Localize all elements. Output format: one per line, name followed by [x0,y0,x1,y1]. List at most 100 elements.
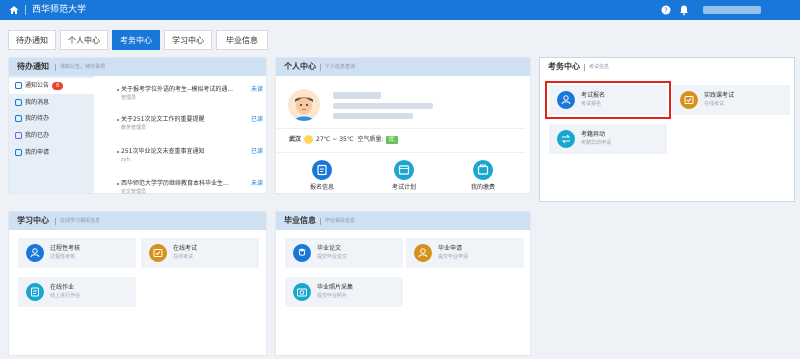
notice-author: 教务管理员 [121,125,147,131]
nav-item-pending[interactable]: 我的待办 [9,111,94,127]
divider [277,128,525,129]
card-title: 在线作业 [50,284,75,291]
notice-status: 未读 [251,180,264,187]
home-icon[interactable] [8,4,20,16]
tab-graduate[interactable]: 毕业信息 [216,30,268,50]
avatar [288,89,320,121]
user-info-redacted [333,103,433,109]
unread-badge: 8 [52,82,64,90]
tab-exam[interactable]: 考务中心 [112,30,160,50]
notice-item[interactable]: 251次毕业论文未查重事宜通知 zyh 已读 [108,147,270,169]
application-icon [15,149,22,156]
nav-item-applications[interactable]: 我的申请 [9,145,94,161]
weather-widget: 武汉 27℃ ~ 35℃ 空气质量: 优 [289,134,398,146]
app-title: 西华师范大学 [32,5,87,15]
user-name[interactable] [703,6,761,14]
exam-panel: 考务中心 考试信息 考试报名 考试报名 实践课考试 在线考试 考籍异动 考籍异动… [539,57,795,202]
nav-item-done[interactable]: 我的已办 [9,128,94,144]
card-subtitle: 提交毕业照片 [317,293,348,299]
notice-author: zyh [121,157,130,163]
card-photo-collect[interactable]: 毕业照片采集 提交毕业照片 [285,277,403,307]
status-change-icon [557,130,575,148]
card-practice-exam[interactable]: 实践课考试 在线考试 [672,85,790,115]
exam-register-icon [557,91,575,109]
notice-author: 管理员 [121,95,137,101]
panel-header: 待办通知 通知公告，待办事项 [9,58,266,76]
notice-item[interactable]: 西华师范大学学历继续教育本科毕业生... 论文管理员 未读 [108,179,270,201]
tab-study[interactable]: 学习中心 [164,30,212,50]
card-status-change[interactable]: 考籍异动 考籍异动申请 [549,124,667,154]
panel-header: 个人中心 个人信息查询 [276,58,530,76]
practice-exam-icon [680,91,698,109]
card-subtitle: 考试报名 [581,101,602,107]
weather-temp: 27℃ ~ 35℃ [316,136,354,143]
divider [55,218,56,225]
quick-exam-plan[interactable]: 考试计划 [369,160,439,200]
notice-item[interactable]: 关于251次论文工作的重要提醒 教务管理员 已读 [108,115,270,137]
nav-item-label: 通知公告 [25,82,50,89]
nav-item-label: 我的消息 [25,99,50,106]
tab-todo[interactable]: 待办通知 [8,30,56,50]
card-title: 考籍异动 [581,131,606,138]
card-title: 实践课考试 [704,92,735,99]
panel-subtitle: 通知公告，待办事项 [60,64,106,70]
graduate-apply-icon [414,244,432,262]
notice-title[interactable]: 西华师范大学学历继续教育本科毕业生... [121,179,239,189]
card-title: 在线考试 [173,245,198,252]
sun-icon [304,135,314,144]
tab-personal[interactable]: 个人中心 [60,30,108,50]
payment-icon[interactable] [473,160,493,180]
card-graduate-apply[interactable]: 毕业申请 提交毕业申请 [406,238,524,268]
card-subtitle: 在线考试 [704,101,725,107]
notice-title[interactable]: 关于251次论文工作的重要提醒 [121,115,239,125]
panel-subtitle: 在线学习相关信息 [60,218,101,224]
help-icon[interactable]: ? [660,4,672,16]
divider [584,64,585,71]
bell-icon[interactable] [678,4,690,16]
card-thesis[interactable]: 毕业论文 提交毕业论文 [285,238,403,268]
nav-item-announcements[interactable]: 通知公告 8 [9,78,94,94]
announcement-icon [15,82,22,89]
card-subtitle: 在线考试 [173,254,194,260]
panel-header: 毕业信息 毕业相关信息 [276,212,530,230]
card-homework[interactable]: 在线作业 线上进行作业 [18,277,136,307]
notice-status: 已读 [251,148,264,155]
pending-icon [15,115,22,122]
card-title: 毕业照片采集 [317,284,354,291]
plan-icon[interactable] [394,160,414,180]
card-assessment[interactable]: 过程性考核 过程性考核 [18,238,136,268]
user-name-redacted [333,92,381,99]
notice-status: 未读 [251,86,264,93]
card-exam-register[interactable]: 考试报名 考试报名 [545,81,671,119]
card-subtitle: 线上进行作业 [50,293,81,299]
notice-author: 论文管理员 [121,189,147,195]
quick-payment[interactable]: 我的缴费 [448,160,518,200]
user-info-redacted [333,113,413,119]
panel-title: 待办通知 [17,62,49,71]
divider [25,5,26,15]
quick-register-info[interactable]: 报名信息 [287,160,357,200]
card-subtitle: 过程性考核 [50,254,76,260]
bullet-icon [117,183,119,185]
register-icon[interactable] [312,160,332,180]
divider [320,64,321,71]
card-online-exam[interactable]: 在线考试 在线考试 [141,238,259,268]
user-avatar-icon [288,89,320,121]
divider [320,218,321,225]
card-subtitle: 考籍异动申请 [581,140,612,146]
panel-subtitle: 毕业相关信息 [325,218,356,224]
bullet-icon [117,151,119,153]
bullet-icon [117,89,119,91]
panel-title: 学习中心 [17,216,49,225]
done-icon [15,132,22,139]
nav-item-label: 我的申请 [25,149,50,156]
card-subtitle: 提交毕业论文 [317,254,348,260]
panel-title: 个人中心 [284,62,316,71]
quick-label: 我的缴费 [470,184,495,191]
nav-item-messages[interactable]: 我的消息 [9,95,94,111]
notice-title[interactable]: 251次毕业论文未查重事宜通知 [121,147,239,157]
notice-title[interactable]: 关于报考学位外语的考生--模拟考试的通... [121,85,239,95]
notice-item[interactable]: 关于报考学位外语的考生--模拟考试的通... 管理员 未读 [108,85,270,107]
homework-icon [26,283,44,301]
top-bar: 西华师范大学 ? [0,0,800,20]
